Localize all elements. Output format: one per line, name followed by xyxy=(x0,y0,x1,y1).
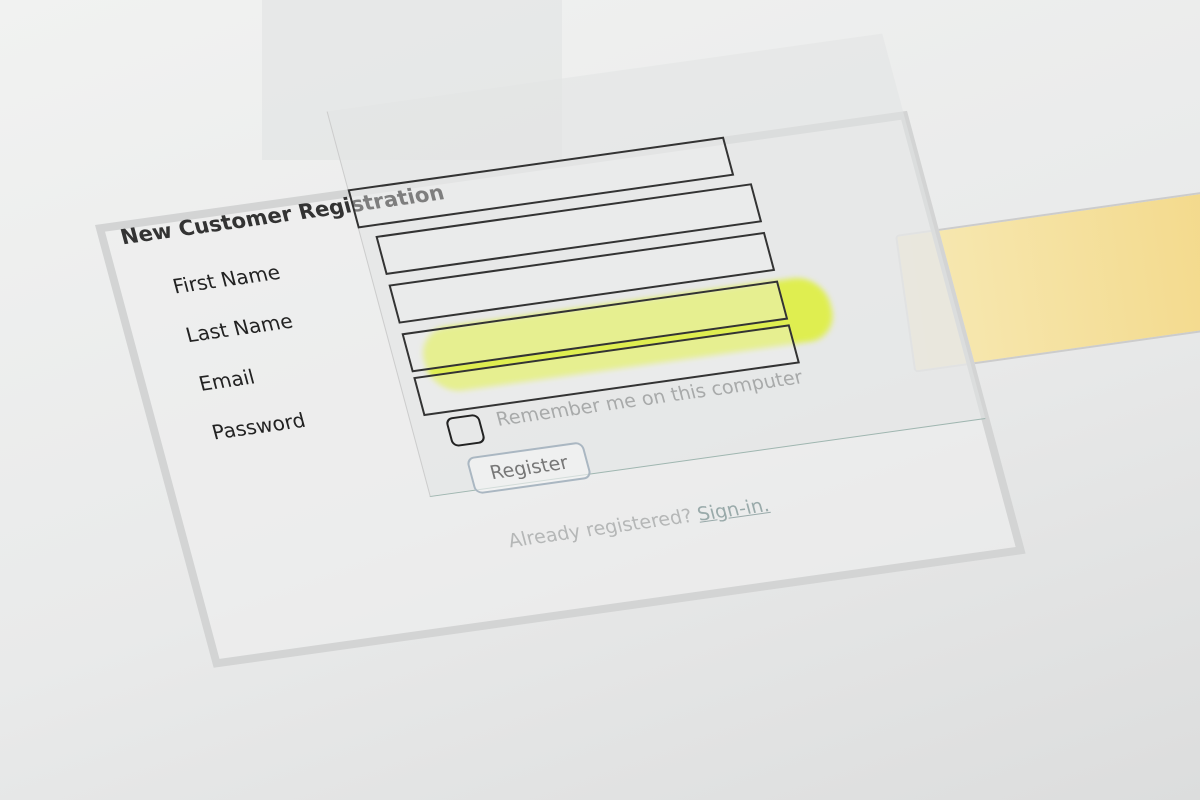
registration-form: New Customer Registration First Name Las… xyxy=(95,33,1049,682)
remember-checkbox[interactable] xyxy=(444,413,487,448)
